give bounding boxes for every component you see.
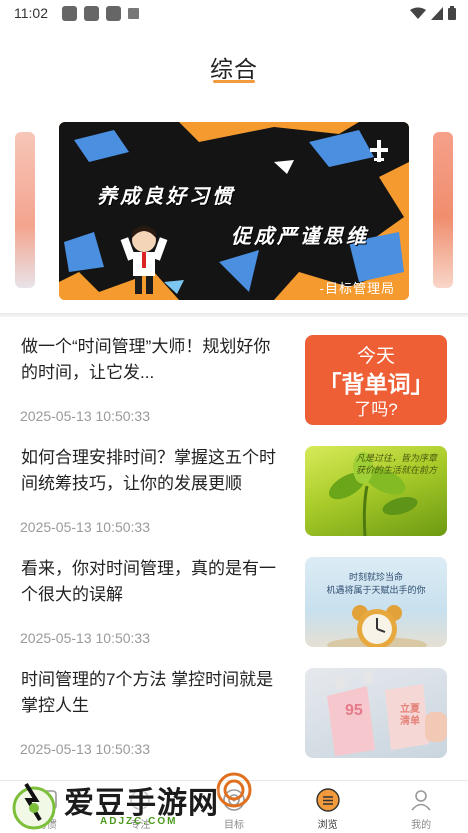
nav-label: 习惯 <box>36 820 57 831</box>
focus-icon <box>130 790 151 810</box>
nav-item-profile[interactable]: 我的 <box>374 781 468 833</box>
article-title: 做一个“时间管理”大师！规划好你的时间，让它发... <box>21 337 271 382</box>
article-thumbnail: 今天 「背单词」 了吗? <box>305 335 447 425</box>
bottom-navigation: 习惯 专注 目标 浏览 我的 <box>0 780 468 833</box>
small-a-notification-icon <box>128 7 139 19</box>
cell-signal-icon <box>431 6 443 20</box>
thumbnail-text: 凡是过往，皆为序章 <box>355 453 437 463</box>
banner-headline-2: 促成严谨思维 <box>231 224 369 248</box>
thumbnail-text: 了吗? <box>354 400 398 419</box>
nav-label: 我的 <box>411 820 432 831</box>
article-item[interactable]: 如何合理安排时间？掌握这五个时间统筹技巧，让你的发展更顺 2025-05-13 … <box>0 441 468 552</box>
article-date: 2025-05-13 10:50:33 <box>20 630 150 646</box>
article-thumbnail: 95 立夏 清单 <box>305 668 447 758</box>
wifi-icon <box>410 7 426 19</box>
page-title: 综合 <box>210 56 258 82</box>
article-title: 时间管理的7个方法 掌控时间就是掌控人生 <box>21 670 274 715</box>
app-notification-icon <box>62 5 77 21</box>
thumbnail-text: 获价的生活就在前方 <box>355 465 437 475</box>
carousel-next-slide[interactable] <box>433 132 453 288</box>
article-title: 如何合理安排时间？掌握这五个时间统筹技巧，让你的发展更顺 <box>21 448 276 493</box>
status-indicators <box>410 6 456 20</box>
app-notification-icon <box>106 5 121 21</box>
status-bar: 11:02 <box>0 0 468 26</box>
carousel-current-slide[interactable]: 养成良好习惯 促成严谨思维 -目标管理局 <box>59 122 409 300</box>
banner-headline-1: 养成良好习惯 <box>97 184 235 208</box>
nav-item-browse[interactable]: 浏览 <box>281 781 375 833</box>
thumbnail-text: 95 <box>345 702 363 719</box>
nav-item-target[interactable]: 目标 <box>187 781 281 833</box>
carousel-prev-slide[interactable] <box>15 132 35 288</box>
thumbnail-text: 机遇将属于天赋出手的你 <box>326 585 426 595</box>
article-list: 做一个“时间管理”大师！规划好你的时间，让它发... 2025-05-13 10… <box>0 330 468 774</box>
browse-icon <box>315 788 340 812</box>
article-title: 看来，你对时间管理，真的是有一个很大的误解 <box>21 559 276 604</box>
habit-icon <box>36 790 57 810</box>
nav-label: 专注 <box>130 820 151 831</box>
thumbnail-text: 立夏 清单 <box>400 704 420 727</box>
nav-item-habit[interactable]: 习惯 <box>0 781 94 833</box>
nav-label: 浏览 <box>317 820 338 831</box>
article-item[interactable]: 时间管理的7个方法 掌控时间就是掌控人生 2025-05-13 10:50:33… <box>0 663 468 774</box>
app-notification-icon <box>84 5 99 21</box>
thumbnail-text: 「背单词」 <box>318 371 434 397</box>
desk-calendar-image <box>327 670 447 756</box>
section-divider <box>0 313 468 317</box>
title-underline <box>213 80 255 83</box>
banner-caption: -目标管理局 <box>319 281 395 296</box>
thumbnail-caption: 时刻就珍当命 机遇将属于天赋出手的你 <box>305 571 447 597</box>
article-thumbnail: 时刻就珍当命 机遇将属于天赋出手的你 <box>305 557 447 647</box>
article-item[interactable]: 做一个“时间管理”大师！规划好你的时间，让它发... 2025-05-13 10… <box>0 330 468 441</box>
banner-artwork <box>59 122 409 300</box>
profile-icon <box>411 790 431 811</box>
article-date: 2025-05-13 10:50:33 <box>20 519 150 535</box>
nav-label: 目标 <box>223 820 244 831</box>
thumbnail-caption: 凡是过往，皆为序章 获价的生活就在前方 <box>356 452 437 476</box>
article-date: 2025-05-13 10:50:33 <box>20 741 150 757</box>
battery-icon <box>448 6 456 20</box>
article-thumbnail: 凡是过往，皆为序章 获价的生活就在前方 <box>305 446 447 536</box>
article-item[interactable]: 看来，你对时间管理，真的是有一个很大的误解 2025-05-13 10:50:3… <box>0 552 468 663</box>
target-icon <box>223 789 245 811</box>
article-date: 2025-05-13 10:50:33 <box>20 408 150 424</box>
thumbnail-text: 今天 <box>356 346 395 367</box>
nav-item-focus[interactable]: 专注 <box>94 781 188 833</box>
banner-carousel[interactable]: 养成良好习惯 促成严谨思维 -目标管理局 <box>0 110 468 314</box>
thumbnail-text: 时刻就珍当命 <box>348 572 403 582</box>
status-time: 11:02 <box>14 5 48 21</box>
